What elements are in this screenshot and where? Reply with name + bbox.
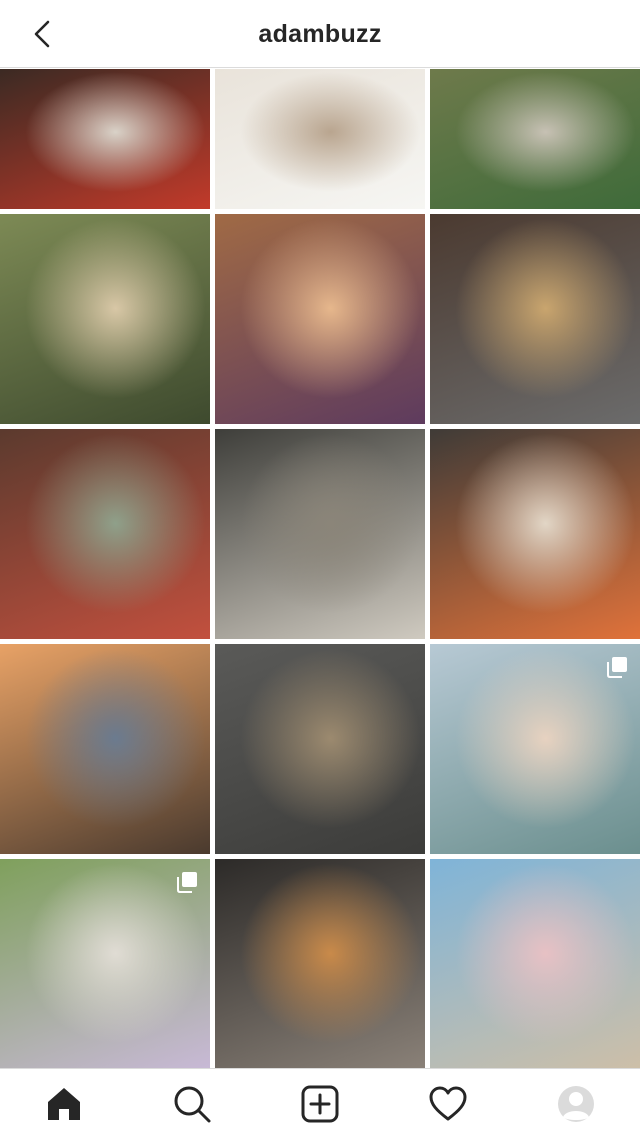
post-bike-ride[interactable] xyxy=(0,859,210,1068)
post-the-end-sign[interactable] xyxy=(430,214,640,424)
top-bar: adambuzz xyxy=(0,0,640,68)
post-girl-burger[interactable] xyxy=(430,429,640,639)
post-grid xyxy=(0,69,640,1068)
post-playground-sunset[interactable] xyxy=(0,644,210,854)
post-kids-creek[interactable] xyxy=(430,69,640,209)
tab-new-post[interactable] xyxy=(256,1069,384,1139)
post-selfie-buggy[interactable] xyxy=(215,859,425,1068)
multiple-photos-icon xyxy=(177,872,197,893)
post-girls-pond[interactable] xyxy=(0,214,210,424)
tab-home[interactable] xyxy=(0,1069,128,1139)
heart-icon xyxy=(429,1086,467,1121)
home-icon xyxy=(48,1088,80,1120)
post-kids-flowers[interactable] xyxy=(0,429,210,639)
post-girl-cap-smile[interactable] xyxy=(215,214,425,424)
post-dad-daughter-beach[interactable] xyxy=(430,644,640,854)
avatar-icon xyxy=(558,1086,594,1122)
bottom-tab-bar xyxy=(0,1068,640,1138)
plus-square-icon xyxy=(301,1085,339,1123)
post-boxes-heads[interactable] xyxy=(215,644,425,854)
tab-profile[interactable] xyxy=(512,1069,640,1139)
multiple-photos-icon xyxy=(607,657,627,678)
post-clown-chair[interactable] xyxy=(0,69,210,209)
profile-username-title: adambuzz xyxy=(258,20,382,48)
tab-search[interactable] xyxy=(128,1069,256,1139)
tab-activity[interactable] xyxy=(384,1069,512,1139)
search-icon xyxy=(174,1086,211,1123)
post-family-beach[interactable] xyxy=(430,859,640,1068)
post-selfie-rv[interactable] xyxy=(215,429,425,639)
post-girl-duck[interactable] xyxy=(215,69,425,209)
